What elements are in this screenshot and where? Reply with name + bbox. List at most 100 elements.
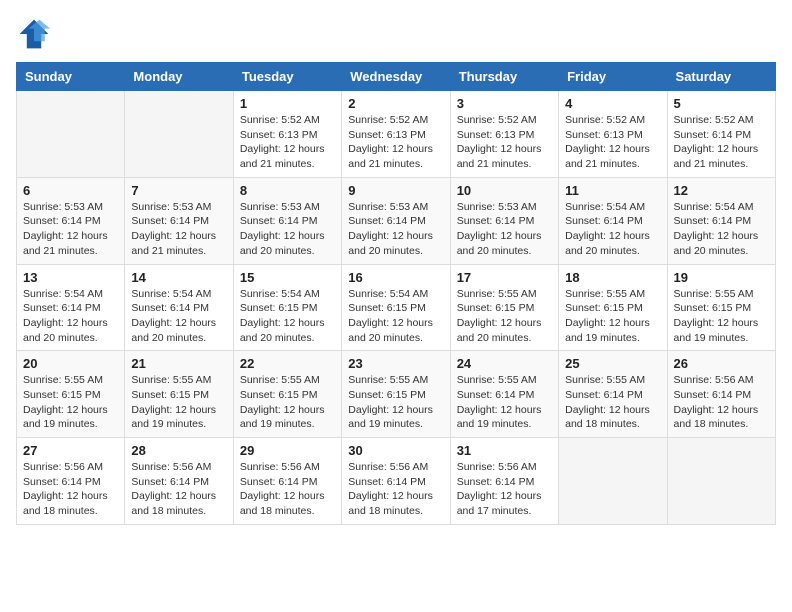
day-info: Sunrise: 5:56 AM Sunset: 6:14 PM Dayligh… xyxy=(131,460,226,519)
day-info: Sunrise: 5:56 AM Sunset: 6:14 PM Dayligh… xyxy=(674,373,769,432)
calendar-cell: 10 Sunrise: 5:53 AM Sunset: 6:14 PM Dayli… xyxy=(450,177,558,264)
day-number: 13 xyxy=(23,270,118,285)
weekday-header-sunday: Sunday xyxy=(17,63,125,91)
day-info: Sunrise: 5:52 AM Sunset: 6:13 PM Dayligh… xyxy=(240,113,335,172)
day-info: Sunrise: 5:52 AM Sunset: 6:14 PM Dayligh… xyxy=(674,113,769,172)
week-row-4: 20 Sunrise: 5:55 AM Sunset: 6:15 PM Dayli… xyxy=(17,351,776,438)
day-info: Sunrise: 5:55 AM Sunset: 6:14 PM Dayligh… xyxy=(457,373,552,432)
day-info: Sunrise: 5:55 AM Sunset: 6:15 PM Dayligh… xyxy=(457,287,552,346)
calendar-cell: 4 Sunrise: 5:52 AM Sunset: 6:13 PM Daylig… xyxy=(559,91,667,178)
day-number: 22 xyxy=(240,356,335,371)
day-info: Sunrise: 5:53 AM Sunset: 6:14 PM Dayligh… xyxy=(348,200,443,259)
calendar-cell: 28 Sunrise: 5:56 AM Sunset: 6:14 PM Dayli… xyxy=(125,438,233,525)
weekday-header-row: SundayMondayTuesdayWednesdayThursdayFrid… xyxy=(17,63,776,91)
calendar-cell: 27 Sunrise: 5:56 AM Sunset: 6:14 PM Dayli… xyxy=(17,438,125,525)
day-info: Sunrise: 5:56 AM Sunset: 6:14 PM Dayligh… xyxy=(23,460,118,519)
calendar-cell: 17 Sunrise: 5:55 AM Sunset: 6:15 PM Dayli… xyxy=(450,264,558,351)
day-number: 9 xyxy=(348,183,443,198)
calendar-cell: 22 Sunrise: 5:55 AM Sunset: 6:15 PM Dayli… xyxy=(233,351,341,438)
day-info: Sunrise: 5:53 AM Sunset: 6:14 PM Dayligh… xyxy=(240,200,335,259)
day-info: Sunrise: 5:52 AM Sunset: 6:13 PM Dayligh… xyxy=(457,113,552,172)
day-number: 21 xyxy=(131,356,226,371)
weekday-header-wednesday: Wednesday xyxy=(342,63,450,91)
calendar-cell: 1 Sunrise: 5:52 AM Sunset: 6:13 PM Daylig… xyxy=(233,91,341,178)
calendar-cell: 30 Sunrise: 5:56 AM Sunset: 6:14 PM Dayli… xyxy=(342,438,450,525)
day-number: 2 xyxy=(348,96,443,111)
day-number: 28 xyxy=(131,443,226,458)
day-info: Sunrise: 5:54 AM Sunset: 6:14 PM Dayligh… xyxy=(131,287,226,346)
weekday-header-monday: Monday xyxy=(125,63,233,91)
day-info: Sunrise: 5:54 AM Sunset: 6:14 PM Dayligh… xyxy=(23,287,118,346)
day-number: 25 xyxy=(565,356,660,371)
page-header xyxy=(16,16,776,52)
day-info: Sunrise: 5:54 AM Sunset: 6:15 PM Dayligh… xyxy=(240,287,335,346)
calendar-cell: 19Sunrise: 5:55 AM Sunset: 6:15 PM Dayli… xyxy=(667,264,775,351)
calendar-cell: 5 Sunrise: 5:52 AM Sunset: 6:14 PM Daylig… xyxy=(667,91,775,178)
calendar-cell: 8 Sunrise: 5:53 AM Sunset: 6:14 PM Daylig… xyxy=(233,177,341,264)
day-number: 20 xyxy=(23,356,118,371)
day-info: Sunrise: 5:52 AM Sunset: 6:13 PM Dayligh… xyxy=(565,113,660,172)
day-number: 14 xyxy=(131,270,226,285)
day-number: 15 xyxy=(240,270,335,285)
day-number: 27 xyxy=(23,443,118,458)
calendar-cell: 24 Sunrise: 5:55 AM Sunset: 6:14 PM Dayli… xyxy=(450,351,558,438)
day-number: 5 xyxy=(674,96,769,111)
day-info: Sunrise: 5:52 AM Sunset: 6:13 PM Dayligh… xyxy=(348,113,443,172)
day-number: 29 xyxy=(240,443,335,458)
calendar-cell: 6Sunrise: 5:53 AM Sunset: 6:14 PM Daylig… xyxy=(17,177,125,264)
calendar-cell: 13 Sunrise: 5:54 AM Sunset: 6:14 PM Dayli… xyxy=(17,264,125,351)
day-info: Sunrise: 5:56 AM Sunset: 6:14 PM Dayligh… xyxy=(457,460,552,519)
calendar-cell: 20 Sunrise: 5:55 AM Sunset: 6:15 PM Dayli… xyxy=(17,351,125,438)
day-info: Sunrise: 5:54 AM Sunset: 6:14 PM Dayligh… xyxy=(565,200,660,259)
calendar-cell: 26 Sunrise: 5:56 AM Sunset: 6:14 PM Dayli… xyxy=(667,351,775,438)
calendar-cell: 3Sunrise: 5:52 AM Sunset: 6:13 PM Daylig… xyxy=(450,91,558,178)
weekday-header-saturday: Saturday xyxy=(667,63,775,91)
day-number: 19 xyxy=(674,270,769,285)
week-row-5: 27 Sunrise: 5:56 AM Sunset: 6:14 PM Dayli… xyxy=(17,438,776,525)
calendar-cell xyxy=(125,91,233,178)
day-info: Sunrise: 5:55 AM Sunset: 6:15 PM Dayligh… xyxy=(240,373,335,432)
day-info: Sunrise: 5:54 AM Sunset: 6:15 PM Dayligh… xyxy=(348,287,443,346)
weekday-header-thursday: Thursday xyxy=(450,63,558,91)
calendar-cell xyxy=(667,438,775,525)
calendar-cell: 11Sunrise: 5:54 AM Sunset: 6:14 PM Dayli… xyxy=(559,177,667,264)
day-number: 12 xyxy=(674,183,769,198)
day-number: 17 xyxy=(457,270,552,285)
day-number: 23 xyxy=(348,356,443,371)
calendar-cell: 31Sunrise: 5:56 AM Sunset: 6:14 PM Dayli… xyxy=(450,438,558,525)
logo-icon xyxy=(16,16,52,52)
calendar-cell: 16 Sunrise: 5:54 AM Sunset: 6:15 PM Dayli… xyxy=(342,264,450,351)
calendar-cell: 14 Sunrise: 5:54 AM Sunset: 6:14 PM Dayli… xyxy=(125,264,233,351)
calendar-table: SundayMondayTuesdayWednesdayThursdayFrid… xyxy=(16,62,776,525)
day-info: Sunrise: 5:54 AM Sunset: 6:14 PM Dayligh… xyxy=(674,200,769,259)
weekday-header-friday: Friday xyxy=(559,63,667,91)
day-info: Sunrise: 5:53 AM Sunset: 6:14 PM Dayligh… xyxy=(457,200,552,259)
calendar-cell: 12 Sunrise: 5:54 AM Sunset: 6:14 PM Dayli… xyxy=(667,177,775,264)
calendar-cell: 7Sunrise: 5:53 AM Sunset: 6:14 PM Daylig… xyxy=(125,177,233,264)
calendar-cell xyxy=(559,438,667,525)
day-number: 1 xyxy=(240,96,335,111)
week-row-1: 1 Sunrise: 5:52 AM Sunset: 6:13 PM Daylig… xyxy=(17,91,776,178)
day-number: 24 xyxy=(457,356,552,371)
logo xyxy=(16,16,56,52)
week-row-2: 6Sunrise: 5:53 AM Sunset: 6:14 PM Daylig… xyxy=(17,177,776,264)
day-number: 4 xyxy=(565,96,660,111)
day-number: 16 xyxy=(348,270,443,285)
week-row-3: 13 Sunrise: 5:54 AM Sunset: 6:14 PM Dayli… xyxy=(17,264,776,351)
day-info: Sunrise: 5:53 AM Sunset: 6:14 PM Dayligh… xyxy=(23,200,118,259)
day-info: Sunrise: 5:55 AM Sunset: 6:14 PM Dayligh… xyxy=(565,373,660,432)
calendar-cell: 29Sunrise: 5:56 AM Sunset: 6:14 PM Dayli… xyxy=(233,438,341,525)
calendar-cell: 2 Sunrise: 5:52 AM Sunset: 6:13 PM Daylig… xyxy=(342,91,450,178)
day-number: 26 xyxy=(674,356,769,371)
calendar-cell xyxy=(17,91,125,178)
calendar-cell: 9 Sunrise: 5:53 AM Sunset: 6:14 PM Daylig… xyxy=(342,177,450,264)
day-info: Sunrise: 5:55 AM Sunset: 6:15 PM Dayligh… xyxy=(23,373,118,432)
day-number: 10 xyxy=(457,183,552,198)
day-number: 8 xyxy=(240,183,335,198)
weekday-header-tuesday: Tuesday xyxy=(233,63,341,91)
day-number: 30 xyxy=(348,443,443,458)
calendar-cell: 18Sunrise: 5:55 AM Sunset: 6:15 PM Dayli… xyxy=(559,264,667,351)
day-info: Sunrise: 5:53 AM Sunset: 6:14 PM Dayligh… xyxy=(131,200,226,259)
day-info: Sunrise: 5:55 AM Sunset: 6:15 PM Dayligh… xyxy=(131,373,226,432)
day-info: Sunrise: 5:56 AM Sunset: 6:14 PM Dayligh… xyxy=(348,460,443,519)
